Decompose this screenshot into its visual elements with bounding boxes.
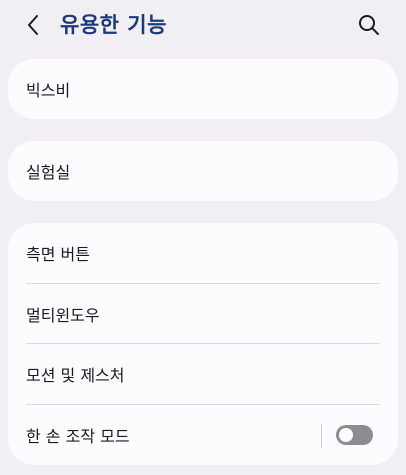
bixby-item[interactable]: 빅스비: [8, 59, 398, 119]
one-handed-mode-item[interactable]: 한 손 조작 모드: [8, 405, 398, 466]
labs-item[interactable]: 실험실: [8, 141, 398, 201]
multi-window-item[interactable]: 멀티윈도우: [8, 284, 398, 344]
chevron-left-icon: [28, 15, 38, 35]
back-button[interactable]: [18, 8, 48, 42]
search-icon: [359, 15, 379, 35]
one-handed-mode-toggle[interactable]: [336, 424, 373, 445]
motions-gestures-label: 모션 및 제스처: [26, 366, 125, 386]
one-handed-mode-label: 한 손 조작 모드: [26, 426, 130, 446]
search-button[interactable]: [352, 8, 386, 42]
features-card: 측면 버튼 멀티윈도우 모션 및 제스처 한 손 조작 모드: [8, 223, 398, 465]
toggle-knob: [339, 427, 353, 442]
labs-label: 실험실: [26, 163, 71, 182]
side-button-label: 측면 버튼: [26, 245, 90, 265]
bixby-label: 빅스비: [26, 81, 71, 100]
labs-card: 실험실: [8, 141, 398, 201]
page-title: 유용한 기능: [60, 13, 167, 37]
app-bar: 유용한 기능: [0, 0, 406, 52]
vertical-separator: [321, 423, 322, 448]
bixby-card: 빅스비: [8, 59, 398, 119]
side-button-item[interactable]: 측면 버튼: [8, 223, 398, 284]
multi-window-label: 멀티윈도우: [26, 305, 100, 325]
motions-gestures-item[interactable]: 모션 및 제스처: [8, 344, 398, 405]
